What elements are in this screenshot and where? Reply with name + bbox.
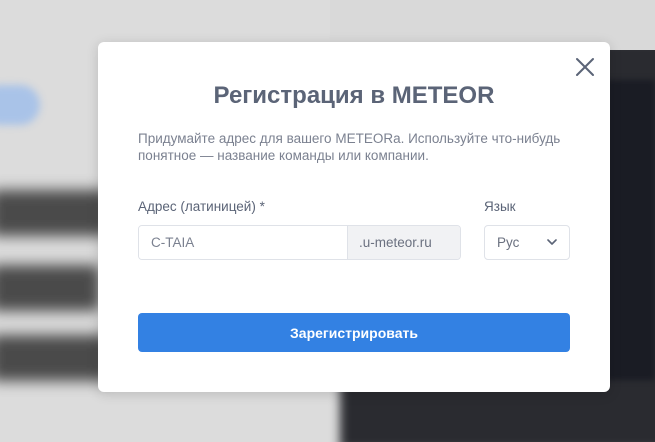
modal-description: Придумайте адрес для вашего METEORа. Исп… <box>138 131 561 163</box>
registration-modal: Регистрация в METEOR Придумайте адрес дл… <box>98 42 610 392</box>
address-label: Адрес (латиницей) * <box>138 199 265 214</box>
address-domain-suffix: .u-meteor.ru <box>348 226 460 259</box>
background-heading-line-2 <box>0 265 100 311</box>
background-heading-line-1 <box>0 190 110 236</box>
modal-title: Регистрация в METEOR <box>213 82 495 109</box>
language-selected-value: Рус <box>497 235 520 250</box>
language-label: Язык <box>484 199 516 214</box>
close-icon <box>576 58 594 76</box>
language-select[interactable]: Рус <box>484 225 570 260</box>
chevron-down-icon <box>547 239 557 245</box>
address-input[interactable] <box>139 226 348 259</box>
address-field-group: .u-meteor.ru <box>138 225 461 260</box>
register-button[interactable]: Зарегистрировать <box>138 313 570 352</box>
background-button-shape <box>0 85 40 125</box>
background-heading-line-3 <box>0 335 110 381</box>
close-button[interactable] <box>574 56 596 78</box>
